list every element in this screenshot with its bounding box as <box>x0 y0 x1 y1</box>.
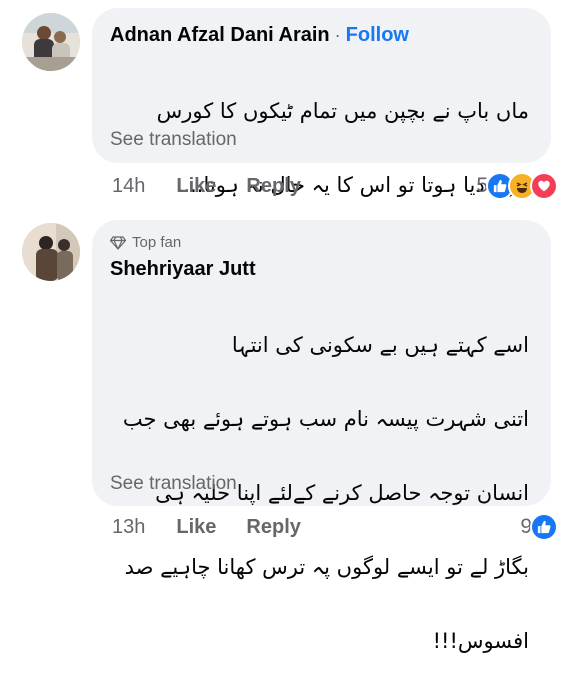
avatar-photo <box>22 223 80 281</box>
reply-button[interactable]: Reply <box>246 516 300 539</box>
reply-button[interactable]: Reply <box>246 175 300 198</box>
badge-label: Top fan <box>132 234 182 251</box>
comment-actions: 13h Like Reply <box>112 516 331 539</box>
comment-text-line: ماں باپ نے بچپن میں تمام ٹیکوں کا کورس <box>156 99 529 123</box>
comment: Adnan Afzal Dani Arain · Follow ماں باپ … <box>0 0 570 210</box>
reaction-summary[interactable]: 5 <box>476 172 558 200</box>
like-button[interactable]: Like <box>176 175 216 198</box>
diamond-icon <box>110 235 126 250</box>
see-translation-link[interactable]: See translation <box>110 473 237 495</box>
comment-header: Shehriyaar Jutt <box>110 258 256 281</box>
avatar[interactable] <box>22 13 80 71</box>
see-translation-link[interactable]: See translation <box>110 129 237 151</box>
comment-header: Adnan Afzal Dani Arain · Follow <box>110 24 409 47</box>
comment-actions: 14h Like Reply <box>112 175 331 198</box>
comment-timestamp[interactable]: 14h <box>112 175 145 198</box>
comment-bubble: Adnan Afzal Dani Arain · Follow ماں باپ … <box>92 8 551 197</box>
follow-button[interactable]: Follow <box>346 24 409 47</box>
comment-text-line: بگاڑ لے تو ایسے لوگوں پہ ترس کھانا چاہیے… <box>124 555 529 579</box>
like-button[interactable]: Like <box>176 516 216 539</box>
avatar-photo <box>22 13 80 71</box>
comment-author[interactable]: Adnan Afzal Dani Arain <box>110 24 330 47</box>
comment-text-line: افسوس!!! <box>432 629 529 653</box>
reaction-summary[interactable]: 9 <box>520 513 558 541</box>
comment-text-line: اسے کہتے ہیں بے سکونی کی انتہا <box>231 333 529 357</box>
comment-timestamp[interactable]: 13h <box>112 516 145 539</box>
comment-author[interactable]: Shehriyaar Jutt <box>110 258 256 281</box>
top-fan-badge: Top fan <box>110 234 181 251</box>
separator-dot: · <box>334 25 341 45</box>
comment: Top fan Shehriyaar Jutt اسے کہتے ہیں بے … <box>0 215 570 653</box>
comment-text-line: اتنی شہرت پیسہ نام سب ہوتے ہوئے بھی جب <box>122 407 529 431</box>
avatar[interactable] <box>22 223 80 281</box>
comment-bubble: Top fan Shehriyaar Jutt اسے کہتے ہیں بے … <box>92 220 551 653</box>
like-icon <box>530 513 558 541</box>
love-icon <box>530 172 558 200</box>
